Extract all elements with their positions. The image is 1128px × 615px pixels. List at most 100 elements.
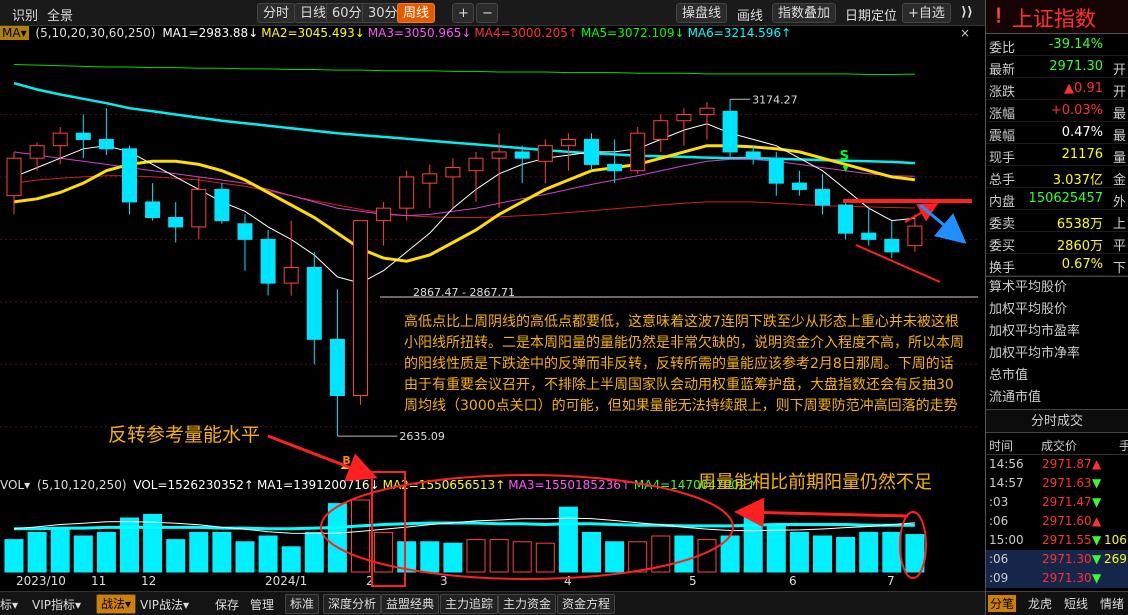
tick-row: 14:56 2971.87 ▲	[986, 455, 1128, 474]
tick-time: 15:00	[989, 533, 1024, 547]
tick-time: :06	[989, 552, 1009, 566]
volume-bar	[813, 535, 832, 573]
ma-selector[interactable]: MA▾	[0, 26, 29, 40]
bottom-tab-6[interactable]: 标准	[285, 594, 320, 614]
quote-suffix: 下	[1112, 261, 1126, 276]
tick-row: 15:00 2971.55 ▼ 106	[986, 531, 1128, 550]
toolbar-operation-line[interactable]: 操盘线	[676, 3, 728, 23]
bottom-tab-1[interactable]: VIP指标▾	[32, 596, 81, 613]
quote-panel: ❗ 上证指数 委比 -39.14% 最新 2971.30 开涨跌 ▲0.91 开涨幅 +0.0…	[985, 0, 1128, 615]
tick-price: 2971.30	[1042, 552, 1092, 566]
candle	[98, 108, 114, 156]
ma-value-2: MA2=3045.493↓	[261, 26, 365, 40]
volume-bar	[628, 541, 648, 573]
x-axis-label: 11	[91, 574, 107, 588]
bottom-tab-11[interactable]: 资金方程	[557, 594, 616, 614]
tick-volume: 269	[1104, 552, 1127, 566]
bottom-tab-8[interactable]: 益盟经典	[381, 594, 440, 614]
quote-footer-tabs: 分笔 龙虎 短线 情绪	[986, 591, 1128, 615]
quote-row: 委买 2860万平	[986, 232, 1128, 254]
volume-bar	[4, 539, 24, 573]
tick-direction-icon: ▼	[1092, 495, 1102, 509]
toolbar-panorama[interactable]: 全景	[47, 5, 73, 24]
candle	[699, 101, 715, 140]
ma-params: (5,10,20,30,60,250)	[35, 26, 156, 40]
tick-volume: 106	[1104, 533, 1127, 547]
vol-value-1: VOL=1526230352↑	[133, 478, 254, 492]
candle	[838, 201, 854, 240]
quote-link[interactable]: 加权平均市净率	[986, 343, 1128, 365]
volume-bar	[443, 542, 463, 573]
reversal-volume-annotation: 反转参考量能水平	[108, 424, 261, 446]
volume-bar	[374, 531, 394, 573]
volume-bar	[836, 536, 856, 573]
volume-bar	[397, 541, 417, 573]
footer-tab-3[interactable]: 情绪	[1098, 595, 1126, 612]
quote-suffix: 最	[1112, 129, 1126, 144]
volume-bar	[189, 531, 209, 573]
tick-row: :09 2971.30 ▼	[986, 569, 1128, 588]
toolbar-index-overlay[interactable]: 指数叠加	[772, 3, 837, 23]
period-tab-intraday[interactable]: 分时	[257, 3, 296, 23]
candle	[283, 220, 299, 296]
candle	[884, 220, 900, 259]
bottom-tab-2[interactable]: 战法▾	[96, 594, 137, 614]
toolbar-add-watchlist[interactable]: +自选	[902, 3, 951, 23]
quote-link[interactable]: 算术平均股价	[986, 277, 1128, 299]
period-tab-weekly[interactable]: 周线	[397, 3, 436, 23]
quote-link[interactable]: 加权平均市盈率	[986, 321, 1128, 343]
volume-bar	[27, 531, 47, 573]
volume-chart[interactable]	[0, 496, 985, 574]
ma-value-3: MA3=3050.965↓	[367, 26, 472, 40]
tick-direction-icon: ▼	[1092, 533, 1102, 547]
volume-bar	[96, 531, 116, 573]
quote-link[interactable]: 流通市值	[986, 387, 1128, 409]
bottom-tab-0[interactable]: 标▾	[0, 596, 18, 613]
toolbar-identify[interactable]: 识别	[12, 5, 38, 24]
bottom-toolbar: 标▾ VIP指标▾ 战法▾ VIP战法▾ 保存 管理 标准 深度分析 益盟经典 主力追踪 主力资金资…	[0, 591, 985, 615]
bottom-tab-9[interactable]: 主力追踪	[440, 594, 499, 614]
close-indicator-icon[interactable]: ×	[960, 26, 970, 40]
volume-bar	[351, 499, 370, 573]
footer-tab-2[interactable]: 短线	[1062, 595, 1090, 612]
candle	[422, 164, 438, 209]
ticks-header-time: 时间	[989, 439, 1014, 453]
toolbar-date-locate[interactable]: 日期定位	[845, 5, 897, 24]
zoom-in-button[interactable]: +	[452, 3, 474, 23]
volume-bar	[512, 541, 532, 573]
bottom-tab-3[interactable]: VIP战法▾	[140, 596, 189, 613]
volume-bar	[859, 531, 879, 573]
candle	[861, 208, 877, 246]
ma-value-1: MA1=2983.88↓	[162, 26, 259, 40]
tick-direction-icon: ▼	[1092, 571, 1102, 585]
quote-link[interactable]: 总市值	[986, 365, 1128, 387]
volume-bar	[212, 531, 232, 573]
x-axis-label: 7	[887, 574, 895, 588]
footer-tab-1[interactable]: 龙虎	[1026, 595, 1054, 612]
candle	[260, 230, 276, 296]
toolbar-draw-line[interactable]: 画线	[737, 5, 763, 24]
volume-bar	[281, 546, 301, 573]
bottom-tab-4[interactable]: 保存	[215, 596, 239, 613]
tick-direction-icon: ▲	[1092, 457, 1102, 471]
vol-value-3: MA2=1550656513↑	[382, 478, 506, 492]
candle	[445, 158, 461, 209]
candle	[491, 133, 507, 209]
bottom-tab-10[interactable]: 主力资金	[498, 594, 557, 614]
collapse-panel-icon[interactable]: ⟩⟩	[961, 5, 973, 20]
candle	[722, 99, 738, 159]
top-toolbar: 识别 全景 分时 日线 60分 30分 周线 + − 操盘线 画线 指数叠加 日…	[0, 0, 985, 26]
candle	[815, 173, 830, 215]
vol-selector[interactable]: VOL▾	[0, 478, 30, 492]
vol-value-2: MA1=1391200716↓	[256, 478, 380, 492]
quote-suffix: 外	[1112, 195, 1126, 210]
quote-link[interactable]: 加权平均股价	[986, 299, 1128, 321]
bottom-tab-7[interactable]: 深度分析	[323, 594, 382, 614]
footer-tab-0[interactable]: 分笔	[988, 595, 1017, 612]
weekly-volume-annotation: 周量能相比前期阳量仍然不足	[698, 472, 932, 493]
ma-values: MA1=2983.88↓ MA2=3045.493↓ MA3=3050.965↓ MA…	[162, 26, 794, 40]
zoom-out-button[interactable]: −	[476, 3, 498, 23]
tick-direction-icon: ▼	[1092, 476, 1102, 490]
bottom-tab-5[interactable]: 管理	[250, 596, 274, 613]
candle	[145, 183, 161, 221]
